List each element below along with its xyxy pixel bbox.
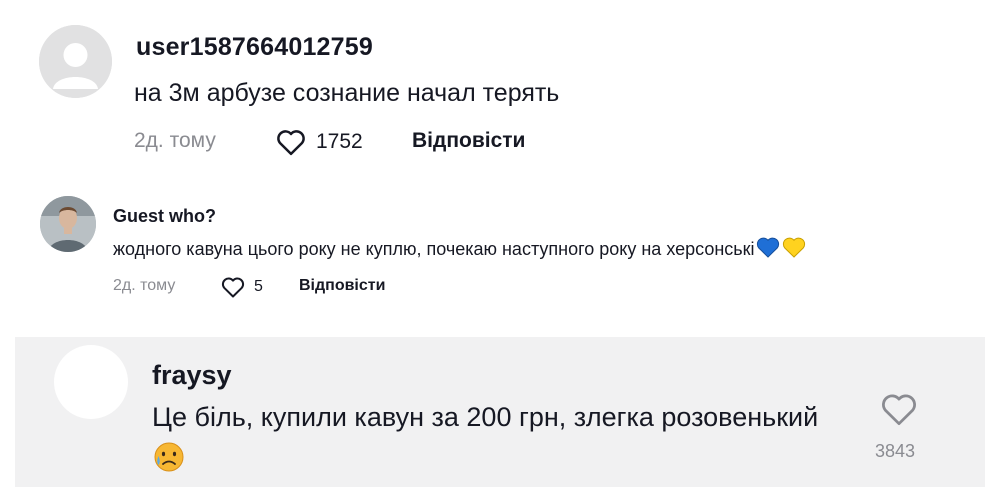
yellow-heart-icon	[781, 236, 807, 263]
user-photo-icon	[40, 196, 96, 252]
comment-username[interactable]: user1587664012759	[136, 33, 373, 62]
comment-text-body: жодного кавуна цього року не куплю, поче…	[113, 239, 755, 259]
comments-section: user1587664012759 на 3м арбузе сознание …	[0, 0, 1000, 500]
like-button[interactable]	[880, 392, 918, 426]
like-button[interactable]: 1752	[276, 127, 363, 157]
comment-text: жодного кавуна цього року не куплю, поче…	[113, 236, 807, 263]
comment-text: на 3м арбузе сознание начал терять	[134, 79, 560, 107]
comment-text-body: Це біль, купили кавун за 200 грн, злегка…	[152, 402, 819, 432]
comment-timestamp: 2д. тому	[134, 129, 216, 152]
reply-button[interactable]: Відповісти	[299, 277, 385, 295]
avatar-default[interactable]	[39, 25, 112, 98]
default-user-icon	[39, 25, 112, 98]
like-count: 3843	[875, 441, 916, 461]
heart-outline-icon	[221, 277, 245, 298]
avatar-blank[interactable]	[54, 345, 128, 419]
sad-tear-face-icon	[152, 440, 186, 483]
comment-timestamp: 2д. тому	[113, 277, 176, 294]
comment-text: Це біль, купили кавун за 200 грн, злегка…	[152, 397, 832, 483]
like-count: 5	[254, 278, 263, 295]
reply-button[interactable]: Відповісти	[412, 129, 525, 153]
heart-outline-icon	[882, 394, 916, 426]
comment-username[interactable]: fraysy	[152, 360, 232, 391]
like-count: 1752	[316, 130, 363, 153]
avatar-photo[interactable]	[40, 196, 96, 252]
like-button[interactable]: 5	[221, 276, 263, 298]
heart-outline-icon	[277, 130, 305, 156]
comment-username[interactable]: Guest who?	[113, 206, 216, 227]
blue-heart-icon	[755, 236, 781, 263]
